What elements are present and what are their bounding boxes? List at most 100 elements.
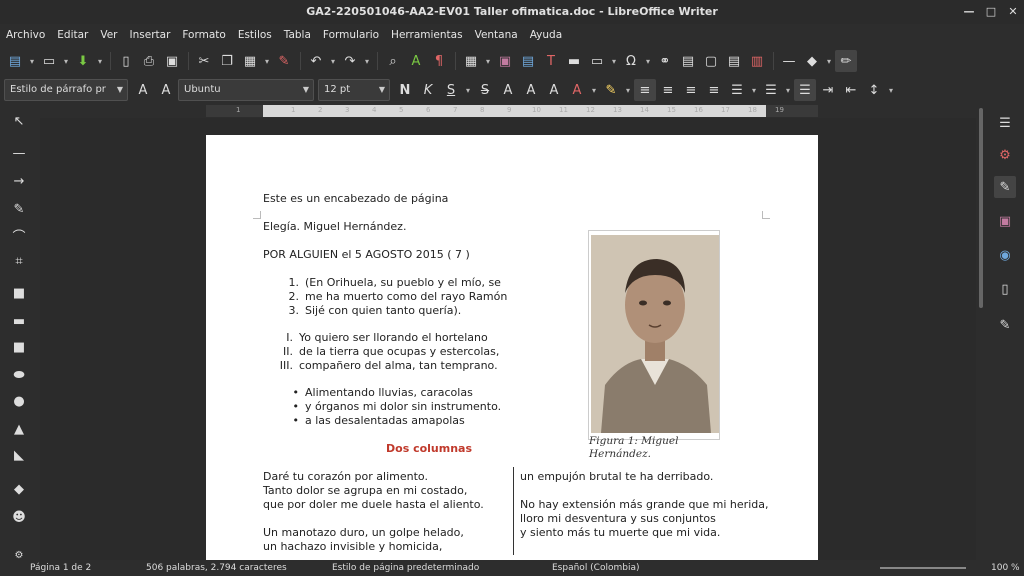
select-icon[interactable]: ↖ <box>8 110 30 132</box>
underline-icon[interactable]: S <box>440 79 462 101</box>
list-item[interactable]: II. de la tierra que ocupas y estercolas, <box>276 345 499 359</box>
list-item[interactable]: • a las desalentadas amapolas <box>282 414 501 428</box>
language[interactable]: Español (Colombia) <box>552 560 640 576</box>
left-column[interactable]: Daré tu corazón por alimento. Tanto dolo… <box>263 470 484 554</box>
scrollbar-thumb[interactable] <box>979 108 983 308</box>
save-icon[interactable]: ⬇ <box>72 50 94 72</box>
insert-textbox-icon[interactable]: T <box>540 50 562 72</box>
paragraph-style-combo[interactable]: Estilo de párrafo pr ▼ <box>4 79 128 101</box>
list-item[interactable]: 1. (En Orihuela, su pueblo y el mío, se <box>282 276 507 290</box>
align-right-icon[interactable]: ≡ <box>680 79 702 101</box>
bold-icon[interactable]: N <box>394 79 416 101</box>
comment-icon[interactable]: ▢ <box>700 50 722 72</box>
highlight-icon[interactable]: ✎ <box>600 79 622 101</box>
undo-icon[interactable]: ↶ <box>305 50 327 72</box>
triangle-icon[interactable]: ▲ <box>8 418 30 440</box>
chevron-down-icon[interactable]: ▼ <box>379 80 385 100</box>
insert-field-icon[interactable]: ▭ <box>586 50 608 72</box>
circle-icon[interactable]: ● <box>8 390 30 412</box>
sidebar-menu-icon[interactable]: ☰ <box>994 112 1016 134</box>
bullet-list-icon[interactable]: ☰ <box>726 79 748 101</box>
numbered-dropdown-icon[interactable]: ▾ <box>783 79 793 101</box>
header-footer-icon[interactable]: ▥ <box>746 50 768 72</box>
paste-icon[interactable]: ▦ <box>239 50 261 72</box>
close-button[interactable]: ✕ <box>1002 0 1024 24</box>
align-center-icon[interactable]: ≡ <box>657 79 679 101</box>
word-count[interactable]: 506 palabras, 2.794 caracteres <box>146 560 287 576</box>
freeform-icon[interactable]: ✎ <box>8 198 30 220</box>
curve-icon[interactable]: ⌒ <box>8 224 30 246</box>
portrait-image[interactable] <box>588 230 720 440</box>
print-preview-icon[interactable]: ▣ <box>161 50 183 72</box>
export-pdf-icon[interactable]: ▯ <box>115 50 137 72</box>
list-item[interactable]: • y órganos mi dolor sin instrumento. <box>282 400 502 414</box>
document-workspace[interactable]: Este es un encabezado de página Elegía. … <box>40 118 976 560</box>
table-dropdown-icon[interactable]: ▾ <box>483 50 493 72</box>
numbered-list-icon[interactable]: ☰ <box>760 79 782 101</box>
navigator-icon[interactable]: ◉ <box>994 244 1016 266</box>
new-dropdown-icon[interactable]: ▾ <box>27 50 37 72</box>
subscript-icon[interactable]: A <box>520 79 542 101</box>
minimize-button[interactable]: — <box>958 0 980 24</box>
spelling-icon[interactable]: A <box>405 50 427 72</box>
menu-formulario[interactable]: Formulario <box>317 24 385 46</box>
basic-shapes-icon[interactable]: ◆ <box>801 50 823 72</box>
menu-formato[interactable]: Formato <box>176 24 231 46</box>
redo-icon[interactable]: ↷ <box>339 50 361 72</box>
menu-herramientas[interactable]: Herramientas <box>385 24 469 46</box>
line-icon[interactable]: — <box>8 142 30 164</box>
insert-line-icon[interactable]: — <box>778 50 800 72</box>
list-item[interactable]: I. Yo quiero ser llorando el hortelano <box>276 331 499 345</box>
underline-dropdown-icon[interactable]: ▾ <box>463 79 473 101</box>
rectangle-rounded-icon[interactable]: ▬ <box>8 310 30 332</box>
properties-icon[interactable]: ⚙ <box>994 144 1016 166</box>
horizontal-ruler[interactable]: 1 1 2 3 4 5 6 7 8 9 10 11 12 13 14 15 16… <box>206 105 818 117</box>
list-item[interactable]: 2. me ha muerto como del rayo Ramón <box>282 290 508 304</box>
page-header[interactable]: Este es un encabezado de página <box>263 192 448 205</box>
menu-editar[interactable]: Editar <box>51 24 94 46</box>
increase-indent-icon[interactable]: ⇥ <box>817 79 839 101</box>
list-item[interactable]: 3. Sijé con quien tanto quería). <box>282 304 507 318</box>
redo-dropdown-icon[interactable]: ▾ <box>362 50 372 72</box>
section-heading[interactable]: Dos columnas <box>386 442 472 455</box>
line-spacing-icon[interactable]: ↕ <box>863 79 885 101</box>
list-item[interactable]: • Alimentando lluvias, caracolas <box>282 386 501 400</box>
maximize-button[interactable]: □ <box>980 0 1002 24</box>
chevron-down-icon[interactable]: ▼ <box>303 80 309 100</box>
undo-dropdown-icon[interactable]: ▾ <box>328 50 338 72</box>
rectangle-icon[interactable]: ■ <box>8 282 30 304</box>
menu-ver[interactable]: Ver <box>94 24 123 46</box>
outline-list-icon[interactable]: ☰ <box>794 79 816 101</box>
font-color-icon[interactable]: A <box>566 79 588 101</box>
save-dropdown-icon[interactable]: ▾ <box>95 50 105 72</box>
footnote-icon[interactable]: ▤ <box>677 50 699 72</box>
special-char-dropdown-icon[interactable]: ▾ <box>643 50 653 72</box>
print-icon[interactable]: ⎙ <box>138 50 160 72</box>
dedication-line[interactable]: POR ALGUIEN el 5 AGOSTO 2015 ( 7 ) <box>263 248 470 261</box>
zoom-slider[interactable] <box>880 567 966 569</box>
font-size-combo[interactable]: 12 pt ▼ <box>318 79 390 101</box>
bullet-dropdown-icon[interactable]: ▾ <box>749 79 759 101</box>
justify-icon[interactable]: ≡ <box>703 79 725 101</box>
zoom-level[interactable]: 100 % <box>991 560 1020 576</box>
formatting-marks-icon[interactable]: ¶ <box>428 50 450 72</box>
align-left-icon[interactable]: ≡ <box>634 79 656 101</box>
polygon-icon[interactable]: ⌗ <box>8 250 30 272</box>
open-folder-icon[interactable]: ▭ <box>38 50 60 72</box>
list-item[interactable]: III. compañero del alma, tan temprano. <box>276 359 499 373</box>
copy-icon[interactable]: ❐ <box>216 50 238 72</box>
shapes-dropdown-icon[interactable]: ▾ <box>824 50 834 72</box>
gallery-icon[interactable]: ▣ <box>994 210 1016 232</box>
chevron-down-icon[interactable]: ▼ <box>117 80 123 100</box>
page-indicator[interactable]: Página 1 de 2 <box>30 560 91 576</box>
special-character-icon[interactable]: Ω <box>620 50 642 72</box>
field-dropdown-icon[interactable]: ▾ <box>609 50 619 72</box>
menu-estilos[interactable]: Estilos <box>232 24 278 46</box>
menu-archivo[interactable]: Archivo <box>0 24 51 46</box>
open-dropdown-icon[interactable]: ▾ <box>61 50 71 72</box>
diamond-icon[interactable]: ◆ <box>8 478 30 500</box>
new-style-icon[interactable]: A <box>155 79 177 101</box>
manage-changes-icon[interactable]: ✎ <box>994 314 1016 336</box>
line-spacing-dropdown-icon[interactable]: ▾ <box>886 79 896 101</box>
square-icon[interactable]: ■ <box>8 336 30 358</box>
